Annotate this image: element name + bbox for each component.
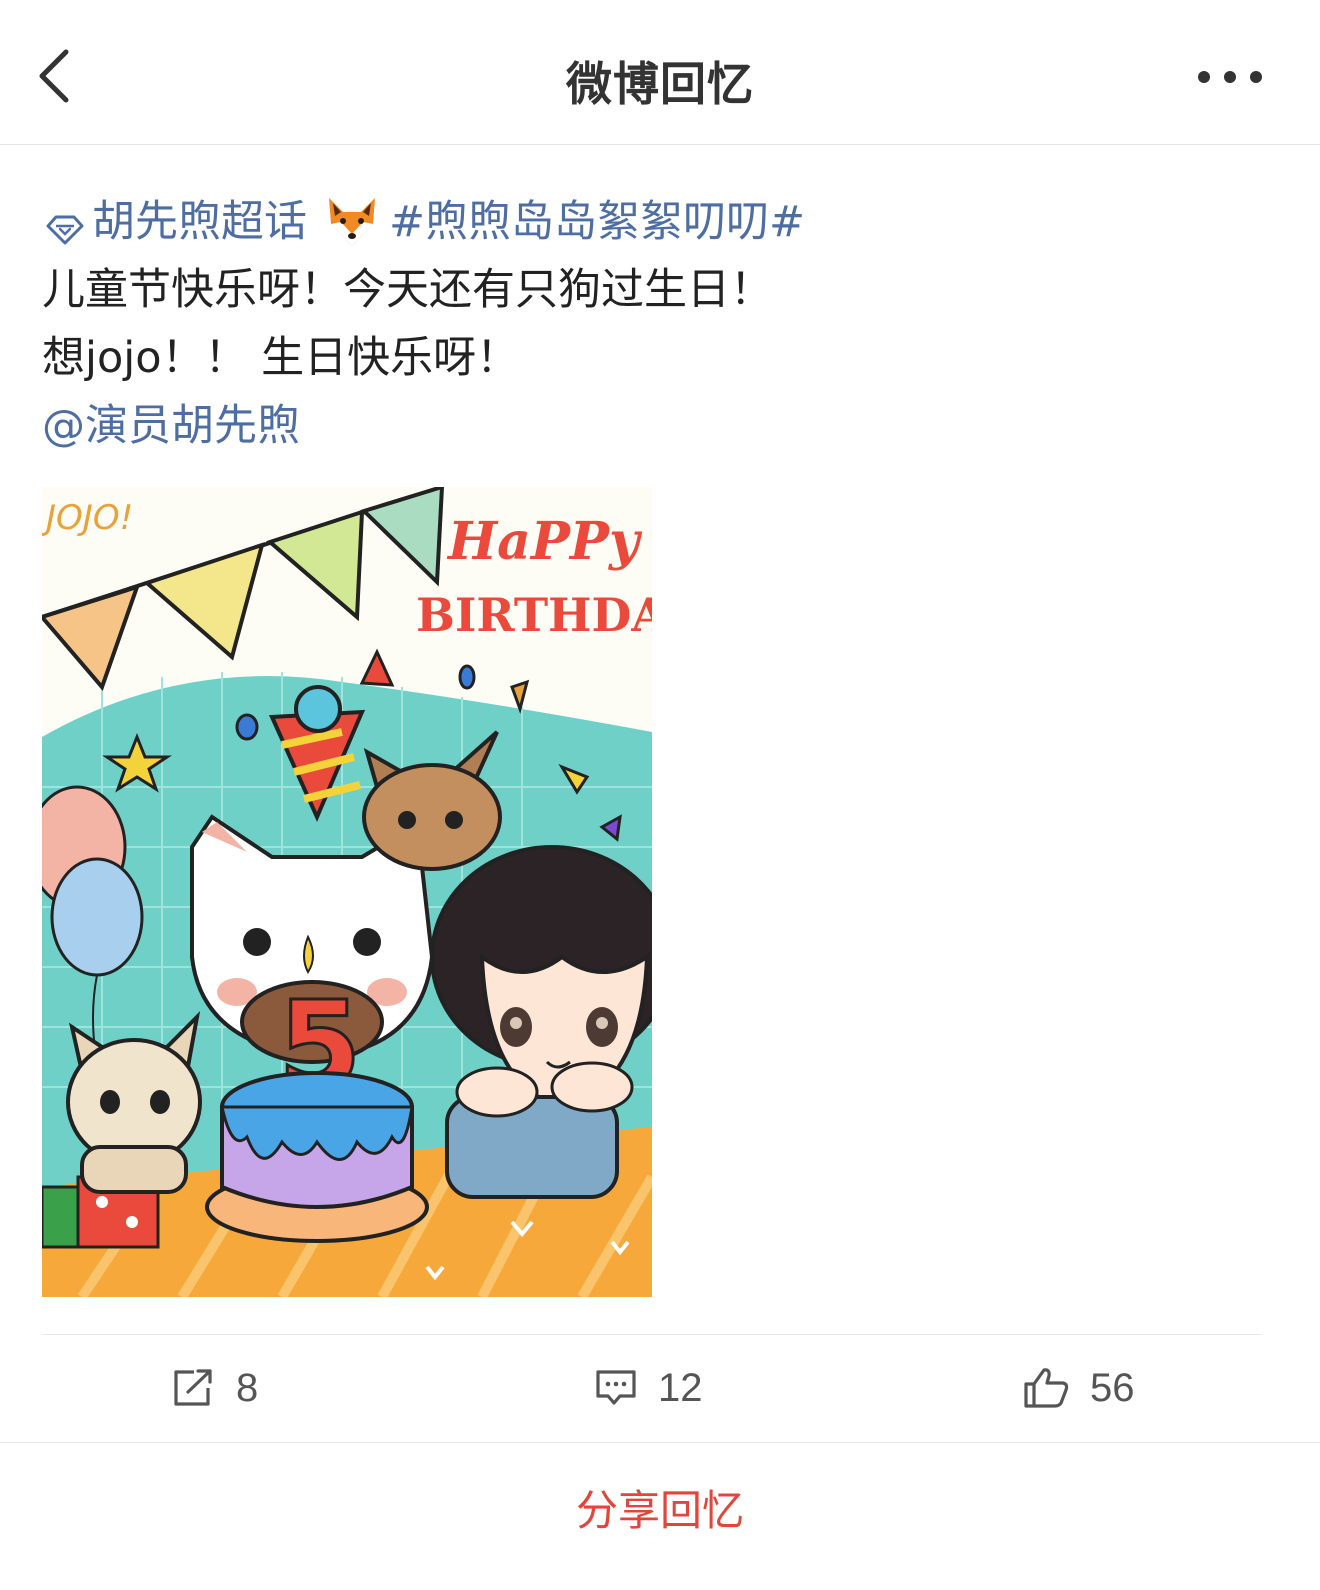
more-options-button[interactable]	[1190, 60, 1270, 94]
mention-link[interactable]: @演员胡先煦	[42, 392, 1278, 460]
post-text-line-1: 儿童节快乐呀！今天还有只狗过生日！	[42, 265, 773, 315]
supertopic-link[interactable]: 胡先煦超话	[92, 188, 307, 256]
post-content: 胡先煦超话 #煦煦岛岛絮絮叨叨# 儿童节快乐呀！今天还有只狗过生日！ 想jojo…	[42, 188, 1278, 460]
share-memory-button[interactable]: 分享回忆	[0, 1477, 1320, 1538]
comment-icon	[596, 1370, 636, 1405]
diamond-icon	[42, 202, 88, 245]
fox-face-icon	[323, 194, 381, 250]
top-nav-bar: 微博回忆	[0, 0, 1320, 145]
happy-text: HaPPy	[446, 511, 643, 572]
share-footer: 分享回忆	[0, 1443, 1320, 1590]
corner-text: JOJO!	[42, 498, 133, 538]
repost-button[interactable]: 8	[172, 1360, 258, 1416]
repost-icon	[174, 1369, 212, 1406]
comment-button[interactable]: 12	[594, 1360, 703, 1416]
like-button[interactable]: 56	[1022, 1360, 1135, 1416]
page-title: 微博回忆	[566, 57, 754, 111]
action-divider	[42, 1334, 1262, 1335]
birthday-illustration: JOJO! HaPPy BIRTHDAY!	[42, 487, 652, 1297]
topic-line: 胡先煦超话 #煦煦岛岛絮絮叨叨#	[42, 188, 1278, 256]
more-horizontal-icon	[1198, 71, 1262, 83]
comment-count: 12	[658, 1365, 703, 1410]
thumbs-up-icon	[1024, 1368, 1069, 1408]
like-count: 56	[1090, 1365, 1135, 1410]
post-text-line-2: 想jojo！！ 生日快乐呀！	[42, 333, 520, 383]
post-image[interactable]: JOJO! HaPPy BIRTHDAY!	[42, 487, 652, 1297]
repost-count: 8	[236, 1365, 259, 1410]
hashtag-link[interactable]: #煦煦岛岛絮絮叨叨#	[389, 188, 805, 256]
birthday-text: BIRTHDAY!	[416, 588, 652, 642]
